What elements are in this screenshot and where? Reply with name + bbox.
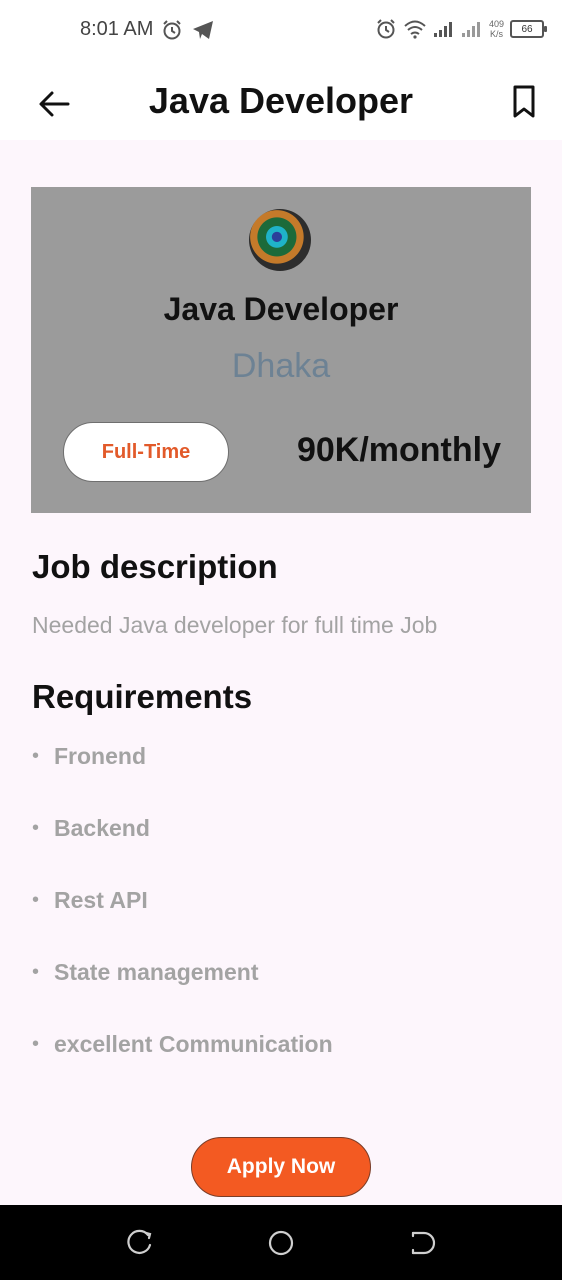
list-item: • Fronend [32, 738, 333, 810]
list-item: • State management [32, 954, 333, 1026]
status-left: 8:01 AM [80, 18, 215, 41]
requirements-list: • Fronend • Backend • Rest API • State m… [32, 738, 333, 1098]
battery-level: 66 [521, 23, 533, 35]
telegram-icon [193, 20, 214, 39]
bullet: • [32, 1033, 40, 1055]
net-speed: 409 K/s [489, 19, 504, 39]
recent-apps-icon[interactable] [126, 1229, 154, 1257]
job-type-badge[interactable]: Full-Time [63, 422, 229, 482]
signal-icon [461, 22, 480, 37]
description-heading: Job description [32, 548, 278, 585]
bullet: • [32, 817, 40, 839]
battery-icon: 66 [510, 20, 547, 38]
wifi-icon [404, 20, 426, 39]
page-title: Java Developer [148, 80, 414, 121]
job-card: Java Developer Dhaka Full-Time 90K/month… [31, 187, 531, 513]
list-item: • excellent Communication [32, 1026, 333, 1098]
net-speed-unit: K/s [489, 29, 503, 39]
requirement-text: State management [54, 959, 259, 985]
bullet: • [32, 745, 40, 767]
apply-now-button[interactable]: Apply Now [191, 1137, 371, 1197]
requirement-text: Rest API [54, 887, 148, 913]
bullet: • [32, 889, 40, 911]
job-title: Java Developer [163, 291, 399, 327]
alarm-icon [163, 19, 182, 39]
list-item: • Backend [32, 810, 333, 882]
home-icon[interactable] [267, 1229, 295, 1257]
requirement-text: Fronend [54, 743, 146, 769]
system-nav-bar [0, 1205, 562, 1280]
list-item: • Rest API [32, 882, 333, 954]
status-bar: 8:01 AM 409 K/s 66 [0, 0, 562, 64]
bullet: • [32, 961, 40, 983]
salary-text: 90K/monthly [296, 431, 501, 469]
app-bar: Java Developer [0, 64, 562, 140]
net-speed-value: 409 [488, 19, 504, 29]
description-text: Needed Java developer for full time Job [32, 612, 438, 638]
bookmark-icon[interactable] [510, 84, 538, 120]
status-right: 409 K/s 66 [375, 18, 547, 40]
alarm-icon [377, 19, 395, 39]
requirement-text: excellent Communication [54, 1031, 333, 1057]
company-logo [249, 209, 311, 271]
back-icon[interactable] [408, 1229, 436, 1257]
requirement-text: Backend [54, 815, 150, 841]
requirements-heading: Requirements [32, 678, 253, 715]
status-time: 8:01 AM [80, 18, 154, 40]
signal-icon [433, 22, 452, 37]
job-location: Dhaka [231, 347, 331, 385]
